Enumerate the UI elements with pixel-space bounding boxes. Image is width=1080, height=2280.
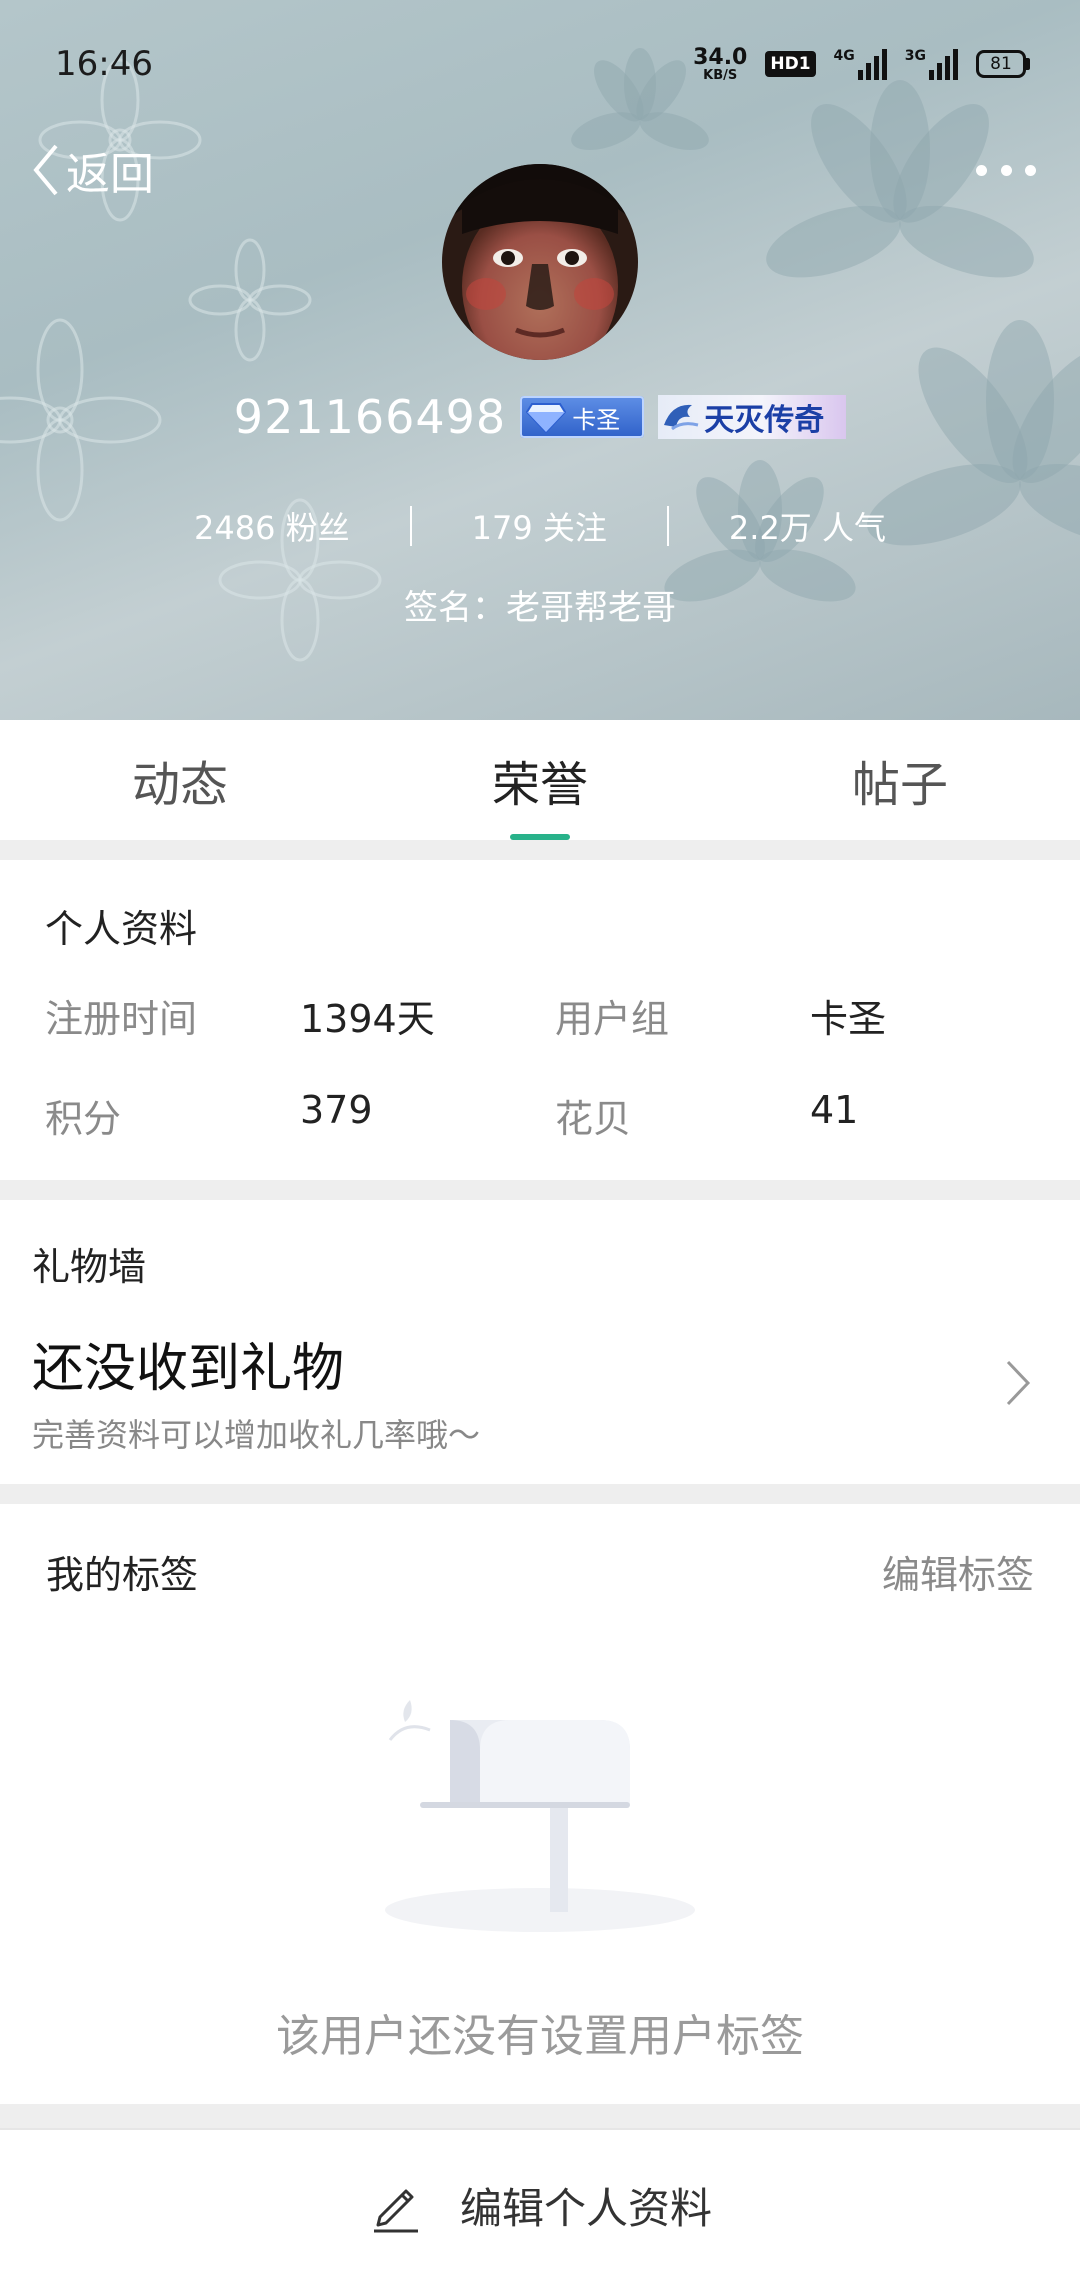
hd-voice-icon: HD1 (765, 51, 816, 77)
signal-4g-icon: 4G (834, 48, 887, 80)
rank-badge-label: 卡圣 (572, 405, 621, 434)
dot-icon (1000, 164, 1012, 176)
avatar[interactable] (442, 164, 638, 360)
chevron-right-icon (1006, 1360, 1031, 1406)
following-count[interactable]: 179 关注 (412, 503, 667, 549)
more-options-button[interactable] (976, 150, 1036, 190)
register-time-value: 1394天 (300, 997, 435, 1041)
back-label: 返回 (66, 149, 154, 200)
edit-tags-button[interactable]: 编辑标签 (882, 1544, 1034, 1599)
user-group-value: 卡圣 (810, 997, 887, 1041)
avatar-portrait (442, 164, 638, 360)
dot-icon (976, 164, 987, 176)
rank-badge[interactable]: 卡圣 (520, 396, 645, 438)
profile-tabs: 动态 荣誉 帖子 (0, 720, 1080, 840)
user-signature: 签名：老哥帮老哥 (404, 588, 676, 628)
back-button[interactable]: 返回 (30, 138, 154, 202)
dragon-emblem-icon (664, 404, 699, 431)
profile-header: 16:46 34.0 KB/S HD1 4G 3G 81 返回 92116649… (0, 0, 1080, 720)
points-label: 积分 (45, 1097, 122, 1141)
battery-icon: 81 (976, 50, 1030, 78)
gift-wall-title: 礼物墙 (32, 1245, 147, 1289)
register-time-label: 注册时间 (45, 997, 198, 1041)
username-row: 921166498 卡圣 天灭传奇 (0, 390, 1080, 444)
status-icons: 34.0 KB/S HD1 4G 3G 81 (693, 44, 1030, 84)
fans-count[interactable]: 2486 粉丝 (134, 503, 410, 549)
status-bar: 16:46 34.0 KB/S HD1 4G 3G 81 (0, 0, 1080, 130)
tab-posts[interactable]: 帖子 (676, 720, 1080, 840)
personal-info-card: 个人资料 注册时间 1394天 用户组 卡圣 积分 379 花贝 41 (0, 860, 1080, 1180)
tab-activity[interactable]: 动态 (0, 720, 404, 840)
pencil-icon (373, 2189, 418, 2233)
points-value: 379 (300, 1088, 373, 1132)
popularity-count: 2.2万 人气 (728, 509, 886, 547)
tags-title: 我的标签 (46, 1553, 199, 1597)
net-speed-unit: KB/S (703, 67, 738, 83)
user-group-label: 用户组 (555, 997, 670, 1041)
personal-info-title: 个人资料 (45, 907, 198, 951)
edit-profile-label: 编辑个人资料 (459, 2183, 712, 2233)
stats-row: 2486 粉丝 179 关注 2.2万 人气 (0, 498, 1080, 554)
huabei-label: 花贝 (555, 1097, 632, 1141)
huabei-value: 41 (810, 1088, 859, 1132)
empty-mailbox-illustration (385, 1700, 695, 1932)
sim1-network-label: 4G (833, 48, 855, 64)
chevron-left-icon (33, 144, 58, 196)
gift-wall-hint: 完善资料可以增加收礼几率哦～ (32, 1416, 481, 1454)
diamond-icon (526, 403, 567, 434)
signal-3g-icon: 3G (905, 48, 958, 80)
tags-empty-text: 该用户还没有设置用户标签 (276, 2011, 804, 2062)
dot-icon (1025, 164, 1036, 176)
edit-profile-button[interactable]: 编辑个人资料 (0, 2128, 1080, 2280)
username: 921166498 (233, 390, 507, 444)
gift-wall-empty-text: 还没收到礼物 (32, 1339, 345, 1399)
status-time: 16:46 (55, 44, 153, 84)
sim2-network-label: 3G (904, 48, 926, 64)
battery-level: 81 (976, 50, 1026, 78)
net-speed-value: 34.0 (693, 44, 748, 70)
title-badge[interactable]: 天灭传奇 (658, 395, 847, 439)
gift-wall-card[interactable]: 礼物墙 还没收到礼物 完善资料可以增加收礼几率哦～ (0, 1200, 1080, 1484)
title-badge-label: 天灭传奇 (704, 403, 825, 438)
tab-honors[interactable]: 荣誉 (404, 720, 676, 840)
net-speed-indicator: 34.0 KB/S (693, 44, 748, 83)
